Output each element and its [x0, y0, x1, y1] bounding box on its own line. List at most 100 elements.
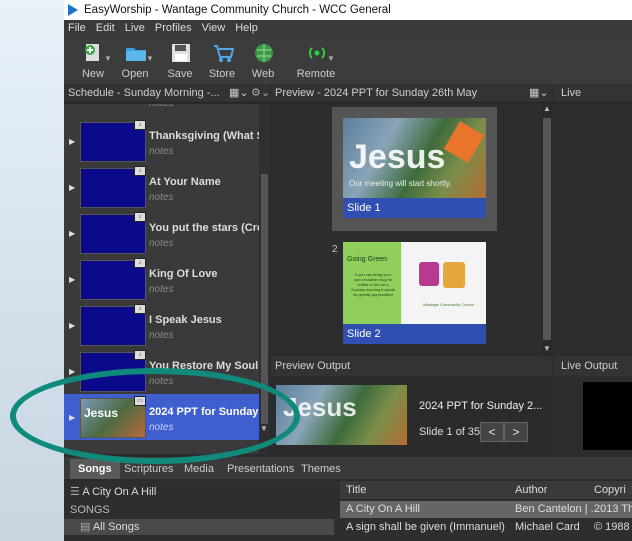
- desktop-background: [0, 0, 70, 541]
- presentation-icon: ▭: [134, 396, 146, 406]
- table-row[interactable]: A sign shall be given (Immanuel) Michael…: [340, 519, 632, 536]
- song-author: Ben Cantelon | ...: [515, 503, 593, 515]
- slide-footer: Wantage Community Church: [423, 302, 475, 307]
- tab-presentations[interactable]: Presentations: [219, 459, 302, 479]
- chevron-down-icon: ▼: [327, 54, 335, 63]
- thumbnail-word: Jesus: [84, 406, 119, 420]
- next-slide-button[interactable]: >: [504, 422, 528, 442]
- toolbar: ▼ New ▼ Open Save Store Web ▼ Remote: [64, 36, 632, 84]
- menu-profiles[interactable]: Profiles: [155, 20, 192, 36]
- schedule-item[interactable]: ▶ ♪ Thanksgiving (What Sha notes: [64, 118, 259, 164]
- grid-view-icon[interactable]: ▦⌄: [529, 84, 549, 102]
- store-label: Store: [208, 68, 236, 80]
- song-icon: ♪: [134, 120, 146, 130]
- schedule-item-selected[interactable]: ▶ Jesus ▭ 2024 PPT for Sunday 26 notes: [64, 394, 259, 440]
- item-notes: notes: [149, 192, 174, 203]
- item-notes: notes: [149, 104, 173, 109]
- library-tabs: Songs Scriptures Media Presentations The…: [64, 457, 632, 479]
- item-title: I Speak Jesus: [149, 314, 222, 326]
- schedule-list[interactable]: notes ▶ ♪ Thanksgiving (What Sha notes ▶ ♪ …: [64, 104, 270, 454]
- settings-icon[interactable]: ⚙⌄: [251, 84, 270, 102]
- all-songs-item[interactable]: ▤ All Songs: [64, 519, 334, 535]
- schedule-header: Schedule - Sunday Morning -... ▦⌄ ⚙⌄: [64, 84, 270, 103]
- slide-number: 2: [332, 244, 338, 255]
- live-output-screen: [583, 382, 632, 450]
- item-title: 2024 PPT for Sunday 26: [149, 406, 259, 418]
- song-title: A sign shall be given (Immanuel): [346, 521, 505, 533]
- remote-button[interactable]: ▼ Remote: [296, 40, 340, 82]
- schedule-scrollbar[interactable]: ▼: [259, 104, 270, 454]
- output-title: 2024 PPT for Sunday 2...: [419, 400, 543, 412]
- expand-arrow-icon[interactable]: ▶: [69, 229, 75, 238]
- previous-slide-button[interactable]: <: [480, 422, 504, 442]
- tab-scriptures[interactable]: Scriptures: [116, 459, 182, 479]
- scroll-down-icon[interactable]: ▼: [543, 344, 551, 353]
- item-notes: notes: [149, 146, 174, 157]
- schedule-item[interactable]: ▶ ♪ King Of Love notes: [64, 256, 259, 302]
- web-button[interactable]: Web: [243, 40, 283, 82]
- new-button[interactable]: ▼ New: [73, 40, 113, 82]
- expand-arrow-icon[interactable]: ▶: [69, 275, 75, 284]
- preview-output-title: Preview Output: [275, 360, 351, 372]
- live-panel: Live Output: [553, 104, 632, 454]
- menu-live[interactable]: Live: [125, 20, 145, 36]
- open-button[interactable]: ▼ Open: [115, 40, 155, 82]
- item-title: You Restore My Soul: [149, 360, 259, 372]
- scroll-thumb[interactable]: [543, 118, 551, 340]
- expand-arrow-icon[interactable]: ▶: [69, 321, 75, 330]
- scroll-down-icon[interactable]: ▼: [260, 424, 268, 433]
- item-title: Thanksgiving (What Sha: [149, 130, 259, 142]
- expand-arrow-icon[interactable]: ▶: [69, 183, 75, 192]
- live-title: Live: [561, 87, 582, 99]
- schedule-item[interactable]: ▶ ♪ At Your Name notes: [64, 164, 259, 210]
- song-search-value: A City On A Hill: [82, 486, 157, 498]
- preview-slide-2[interactable]: Going Green If you can bring your own re…: [343, 242, 486, 344]
- song-search-bar[interactable]: ☰ A City On A Hill: [70, 484, 330, 500]
- tab-songs[interactable]: Songs: [70, 459, 120, 479]
- app-window: EasyWorship - Wantage Community Church -…: [64, 0, 632, 541]
- song-table-header: Title Author Copyri: [340, 481, 632, 499]
- menu-file[interactable]: File: [68, 20, 86, 36]
- grid-view-icon[interactable]: ▦⌄: [229, 84, 249, 102]
- menu-help[interactable]: Help: [235, 20, 258, 36]
- menu-icon: ☰: [70, 486, 83, 498]
- column-copyright[interactable]: Copyri: [594, 482, 626, 498]
- expand-arrow-icon[interactable]: ▶: [69, 137, 75, 146]
- menu-view[interactable]: View: [202, 20, 226, 36]
- tab-themes[interactable]: Themes: [293, 459, 349, 479]
- web-label: Web: [251, 68, 275, 80]
- title-bar: EasyWorship - Wantage Community Church -…: [64, 0, 632, 20]
- slide-heading: Going Green: [347, 256, 388, 263]
- scroll-thumb[interactable]: [261, 174, 268, 424]
- schedule-item[interactable]: ▶ ♪ I Speak Jesus notes: [64, 302, 259, 348]
- table-row[interactable]: A City On A Hill Ben Cantelon | ... 2013…: [340, 501, 632, 518]
- save-button[interactable]: Save: [160, 40, 200, 82]
- slide-counter: Slide 1 of 35: [419, 426, 481, 438]
- scroll-up-icon[interactable]: ▲: [543, 104, 551, 113]
- song-icon: ♪: [134, 350, 146, 360]
- folder-icon: [126, 48, 146, 61]
- preview-scrollbar[interactable]: ▲ ▼: [542, 104, 552, 356]
- expand-arrow-icon[interactable]: ▶: [69, 413, 75, 422]
- menu-edit[interactable]: Edit: [96, 20, 115, 36]
- new-doc-icon: [85, 44, 99, 61]
- output-word: Jesus: [283, 392, 357, 422]
- item-notes: notes: [149, 330, 174, 341]
- songs-section-label: SONGS: [70, 504, 110, 516]
- expand-arrow-icon[interactable]: ▶: [69, 367, 75, 376]
- live-header: Live: [553, 84, 632, 103]
- preview-title: Preview - 2024 PPT for Sunday 26th May: [275, 87, 478, 99]
- chevron-down-icon: ▼: [104, 54, 112, 63]
- column-author[interactable]: Author: [515, 482, 547, 498]
- schedule-item[interactable]: ▶ ♪ You put the stars (Creat notes: [64, 210, 259, 256]
- floppy-disk-icon: [172, 44, 190, 62]
- schedule-item[interactable]: ▶ ♪ You Restore My Soul notes: [64, 348, 259, 394]
- save-label: Save: [167, 68, 193, 80]
- slide-caption-text: Our meeting will start shortly.: [349, 179, 452, 188]
- tab-media[interactable]: Media: [176, 459, 222, 479]
- song-title: A City On A Hill: [346, 503, 420, 515]
- column-title[interactable]: Title: [346, 482, 366, 498]
- preview-panel: 1 Jesus Our meeting will start shortly. …: [271, 104, 552, 356]
- preview-slide-1[interactable]: Jesus Our meeting will start shortly. Sl…: [343, 118, 486, 218]
- store-button[interactable]: Store: [202, 40, 242, 82]
